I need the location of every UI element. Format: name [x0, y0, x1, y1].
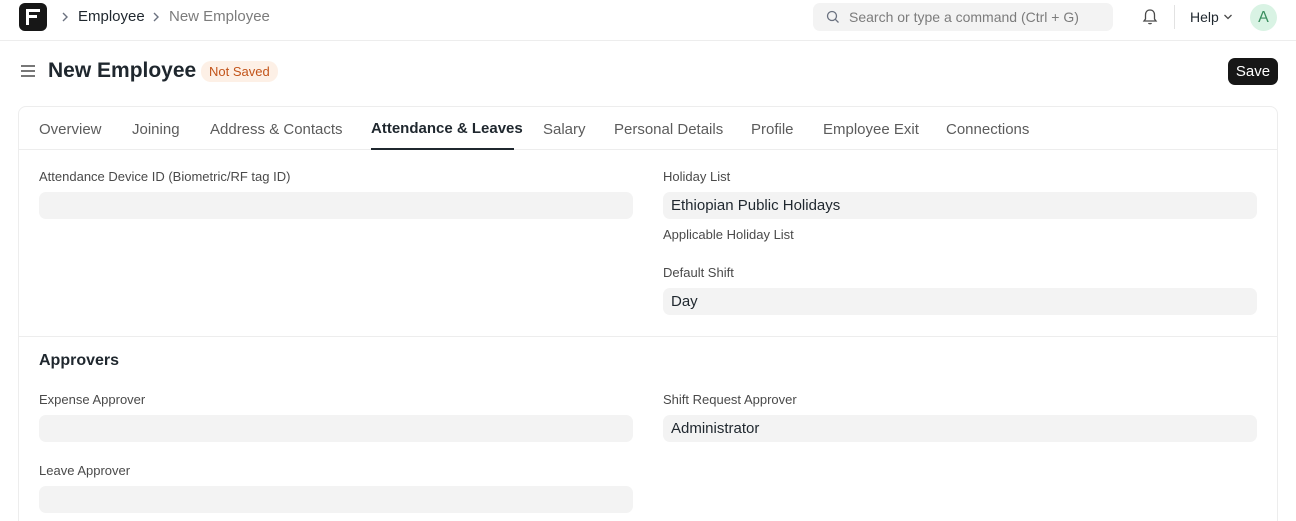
- chevron-right-icon: [151, 10, 161, 24]
- expense-approver-label: Expense Approver: [39, 392, 146, 407]
- frappe-logo-icon: [26, 9, 40, 25]
- tab-personal-details[interactable]: Personal Details: [614, 121, 723, 138]
- avatar[interactable]: A: [1250, 4, 1277, 31]
- section-divider: [19, 336, 1277, 337]
- tab-employee-exit[interactable]: Employee Exit: [823, 121, 919, 138]
- help-label: Help: [1190, 9, 1219, 25]
- form-card: Overview Joining Address & Contacts Atte…: [18, 106, 1278, 521]
- search-bar[interactable]: [813, 3, 1113, 31]
- tab-joining[interactable]: Joining: [132, 121, 180, 138]
- status-badge: Not Saved: [201, 61, 278, 82]
- chevron-down-icon: [1223, 14, 1232, 20]
- tab-address-contacts[interactable]: Address & Contacts: [210, 121, 343, 138]
- sidebar-toggle-icon[interactable]: [20, 63, 36, 82]
- breadcrumb-new-employee[interactable]: New Employee: [169, 8, 270, 25]
- navbar: Employee New Employee Help A: [0, 0, 1296, 41]
- default-shift-field[interactable]: Day: [663, 288, 1257, 315]
- leave-approver-field[interactable]: [39, 486, 633, 513]
- form-tabs: Overview Joining Address & Contacts Atte…: [19, 107, 1277, 150]
- tab-overview[interactable]: Overview: [39, 121, 102, 138]
- tab-attendance-leaves[interactable]: Attendance & Leaves: [371, 120, 523, 137]
- notification-bell-icon[interactable]: [1142, 8, 1158, 29]
- tab-salary[interactable]: Salary: [543, 121, 586, 138]
- approvers-section-title[interactable]: Approvers: [39, 352, 119, 370]
- tab-profile[interactable]: Profile: [751, 121, 794, 138]
- breadcrumb-employee[interactable]: Employee: [78, 8, 145, 25]
- chevron-right-icon: [60, 10, 70, 24]
- save-button[interactable]: Save: [1228, 58, 1278, 85]
- attendance-device-id-label: Attendance Device ID (Biometric/RF tag I…: [39, 169, 291, 184]
- attendance-device-id-field[interactable]: [39, 192, 633, 219]
- help-dropdown[interactable]: Help: [1190, 9, 1233, 25]
- navbar-divider: [1174, 5, 1175, 29]
- active-tab-indicator: [371, 148, 514, 150]
- search-input[interactable]: [849, 3, 1104, 31]
- tab-connections[interactable]: Connections: [946, 121, 1029, 138]
- leave-approver-label: Leave Approver: [39, 463, 131, 478]
- holiday-list-label: Holiday List: [663, 169, 731, 184]
- shift-request-approver-label: Shift Request Approver: [663, 392, 797, 407]
- default-shift-label: Default Shift: [663, 265, 734, 280]
- search-icon: [826, 10, 839, 23]
- holiday-list-field[interactable]: Ethiopian Public Holidays: [663, 192, 1257, 219]
- shift-request-approver-field[interactable]: Administrator: [663, 415, 1257, 442]
- expense-approver-field[interactable]: [39, 415, 633, 442]
- holiday-list-hint: Applicable Holiday List: [663, 227, 794, 242]
- app-logo[interactable]: [19, 3, 47, 31]
- page-title: New Employee: [48, 59, 197, 82]
